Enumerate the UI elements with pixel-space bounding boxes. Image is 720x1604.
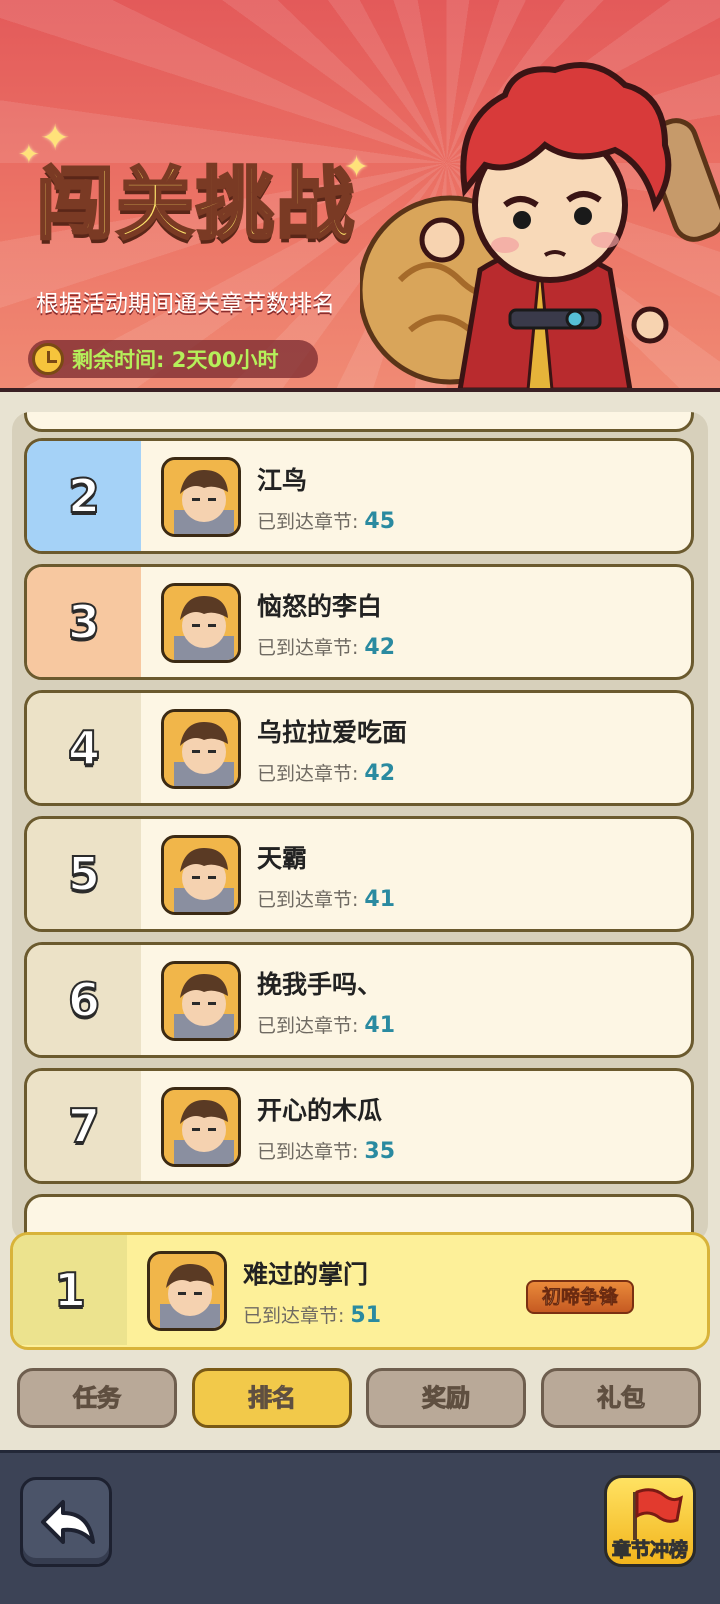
hero-character-art: [360, 62, 720, 388]
ranking-row-3[interactable]: 3 恼怒的李白 已到达章节: 42: [24, 564, 694, 680]
rank-number: 3: [27, 567, 141, 677]
ranking-row-4[interactable]: 4 乌拉拉爱吃面 已到达章节: 42: [24, 690, 694, 806]
rank-number: 2: [27, 441, 141, 551]
chapter-progress: 已到达章节: 41: [257, 1011, 395, 1038]
rank-number: 1: [13, 1235, 127, 1345]
player-name: 天霸: [257, 844, 308, 873]
flag-label: 章节冲榜: [611, 1539, 688, 1562]
event-subtitle: 根据活动期间通关章节数排名: [36, 291, 335, 317]
chapter-progress: 已到达章节: 51: [243, 1301, 381, 1328]
tab-rewards[interactable]: 奖励: [366, 1368, 526, 1428]
tab-ranking[interactable]: 排名: [192, 1368, 352, 1428]
rank-number: 5: [27, 819, 141, 929]
rank-number: 7: [27, 1071, 141, 1181]
list-item[interactable]: [24, 412, 694, 432]
player-name: 难过的掌门: [243, 1260, 369, 1289]
chapter-progress: 已到达章节: 41: [257, 885, 395, 912]
player-avatar: [161, 709, 241, 789]
player-name: 江鸟: [257, 466, 308, 495]
player-avatar: [161, 583, 241, 663]
ranking-row-6[interactable]: 6 挽我手吗、 已到达章节: 41: [24, 942, 694, 1058]
timer-text: 剩余时间: 2天00小时: [72, 348, 279, 372]
ranking-row-5[interactable]: 5 天霸 已到达章节: 41: [24, 816, 694, 932]
chapter-label: 已到达章节:: [243, 1305, 345, 1327]
chapter-value: 42: [364, 761, 396, 786]
player-name: 恼怒的李白: [257, 592, 383, 621]
tab-gift-pack[interactable]: 礼包: [541, 1368, 701, 1428]
ranking-list[interactable]: 2 江鸟 已到达章节: 45 3 恼怒的李白 已到达章节: 42 4 乌拉拉爱吃面 …: [12, 412, 708, 1242]
chapter-progress: 已到达章节: 35: [257, 1137, 395, 1164]
chapter-value: 41: [364, 887, 396, 912]
chapter-value: 45: [364, 509, 396, 534]
rank-number: 4: [27, 693, 141, 803]
chapter-label: 已到达章节:: [257, 889, 359, 911]
chapter-label: 已到达章节:: [257, 1015, 359, 1037]
event-title: 闯关挑战: [34, 159, 357, 252]
chapter-progress: 已到达章节: 42: [257, 633, 395, 660]
player-avatar: [161, 961, 241, 1041]
chapter-value: 41: [364, 1013, 396, 1038]
player-avatar: [161, 457, 241, 537]
player-name: 乌拉拉爱吃面: [257, 718, 408, 747]
player-name: 挽我手吗、: [257, 970, 383, 999]
tab-tasks[interactable]: 任务: [17, 1368, 177, 1428]
player-avatar: [147, 1251, 227, 1331]
chapter-value: 51: [350, 1303, 382, 1328]
ranking-row-7[interactable]: 7 开心的木瓜 已到达章节: 35: [24, 1068, 694, 1184]
back-arrow-icon: [41, 1500, 95, 1544]
event-banner: ✦ ✦ ✦ 闯关挑战 根据活动期间通关章节数排名 剩余时间: 2天00小时: [0, 0, 720, 392]
ranking-row-2[interactable]: 2 江鸟 已到达章节: 45: [24, 438, 694, 554]
chapter-label: 已到达章节:: [257, 1141, 359, 1163]
player-name: 开心的木瓜: [257, 1096, 383, 1125]
clock-icon: [32, 343, 64, 375]
player-avatar: [161, 835, 241, 915]
chapter-value: 42: [364, 635, 396, 660]
chapter-value: 35: [364, 1139, 396, 1164]
title-badge: 初啼争锋: [526, 1280, 634, 1314]
sparkle-icon: ✦: [40, 118, 71, 159]
player-avatar: [161, 1087, 241, 1167]
chapter-label: 已到达章节:: [257, 763, 359, 785]
my-ranking-row[interactable]: 1 难过的掌门 已到达章节: 51 初啼争锋: [10, 1232, 710, 1350]
countdown-timer: 剩余时间: 2天00小时: [28, 340, 318, 378]
chapter-label: 已到达章节:: [257, 511, 359, 533]
rank-number: 6: [27, 945, 141, 1055]
bottom-bar: 章节冲榜: [0, 1450, 720, 1604]
chapter-progress: 已到达章节: 45: [257, 507, 395, 534]
back-button[interactable]: [20, 1477, 112, 1567]
chapter-label: 已到达章节:: [257, 637, 359, 659]
chapter-rush-button[interactable]: 章节冲榜: [604, 1475, 696, 1567]
chapter-progress: 已到达章节: 42: [257, 759, 395, 786]
